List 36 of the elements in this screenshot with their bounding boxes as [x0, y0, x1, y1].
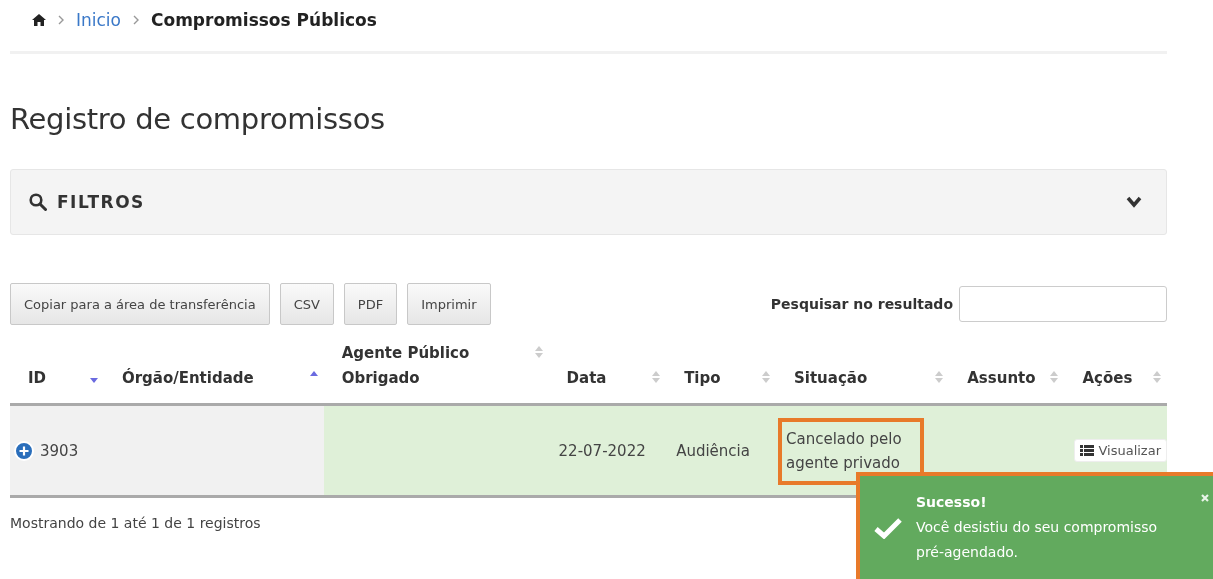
close-icon[interactable]: [1201, 494, 1209, 502]
export-button[interactable]: PDF: [343, 283, 398, 325]
home-icon[interactable]: [32, 14, 46, 26]
toast-title: Sucesso!: [916, 493, 988, 512]
filters-panel[interactable]: FILTROS: [10, 169, 1167, 235]
expand-icon[interactable]: [14, 440, 34, 461]
table-cell: 22-07-2022: [558, 441, 646, 460]
view-button[interactable]: Visualizar: [1074, 439, 1167, 462]
chevron-down-icon[interactable]: [1126, 196, 1142, 208]
search-field[interactable]: [959, 286, 1167, 322]
table-cell-text: Cancelado pelo agente privado: [786, 428, 903, 474]
breadcrumb-current: Compromissos Públicos: [151, 10, 377, 30]
column-header[interactable]: Assunto: [967, 366, 1036, 391]
column-header[interactable]: ID: [28, 366, 47, 391]
table-info: Mostrando de 1 até 1 de 1 registros: [10, 515, 261, 531]
table-cell: Audiência: [676, 441, 750, 460]
breadcrumb-link[interactable]: Inicio: [76, 10, 121, 30]
column-header[interactable]: Agente Público Obrigado: [341, 341, 531, 391]
column-header[interactable]: Data: [566, 366, 607, 391]
filters-title: FILTROS: [57, 192, 145, 212]
search-label: Pesquisar no resultado: [770, 296, 953, 312]
search-icon: [29, 193, 47, 211]
chevron-icon: [58, 15, 64, 25]
column-header[interactable]: Órgão/Entidade: [121, 366, 254, 391]
page-title: Registro de compromissos: [10, 102, 386, 136]
toast-message: Você desistiu do seu compromisso pré-agendado.: [916, 518, 1159, 562]
list-icon: [1080, 445, 1095, 456]
export-button[interactable]: Imprimir: [407, 283, 491, 325]
check-icon: [874, 516, 902, 539]
export-button[interactable]: CSV: [279, 283, 334, 325]
column-header[interactable]: Tipo: [684, 366, 721, 391]
table-cell: 3903: [40, 441, 79, 460]
column-header[interactable]: Situação: [794, 366, 868, 391]
column-header[interactable]: Ações: [1082, 366, 1133, 391]
export-button[interactable]: Copiar para a área de transferência: [10, 283, 270, 325]
chevron-icon: [133, 15, 139, 25]
